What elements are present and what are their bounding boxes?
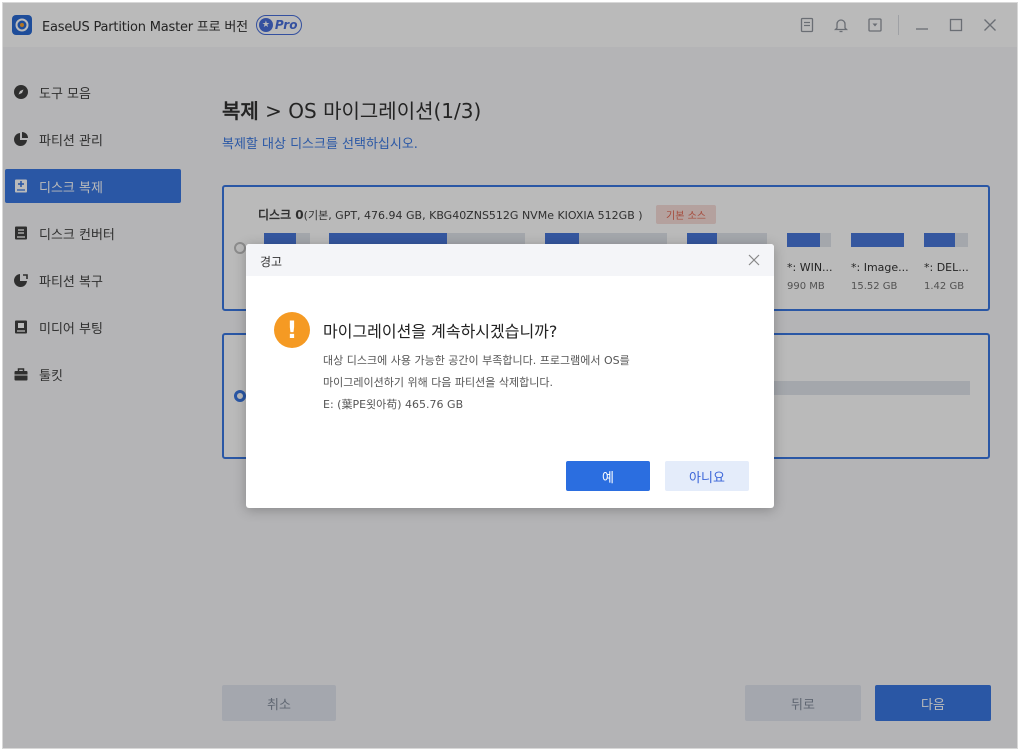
no-button[interactable]: 아니요	[665, 461, 749, 491]
warning-icon: !	[274, 312, 310, 348]
dialog-header: 경고	[246, 244, 774, 276]
yes-button[interactable]: 예	[566, 461, 650, 491]
dialog-close-icon[interactable]	[744, 250, 764, 270]
dialog-title: 경고	[260, 255, 283, 269]
dialog-message-line: 마이그레이션하기 위해 다음 파티션을 삭제합니다.	[323, 376, 554, 389]
dialog-heading: 마이그레이션을 계속하시겠습니까?	[323, 322, 558, 341]
dialog-message-line: 대상 디스크에 사용 가능한 공간이 부족합니다. 프로그램에서 OS를	[323, 354, 630, 367]
dialog-partition-info: E: (葉PE욋아苟) 465.76 GB	[323, 398, 464, 411]
warning-dialog: 경고 ! 마이그레이션을 계속하시겠습니까? 대상 디스크에 사용 가능한 공간…	[246, 244, 774, 508]
app-window: EaseUS Partition Master 프로 버전 ★ Pro 도구 모…	[2, 2, 1018, 749]
